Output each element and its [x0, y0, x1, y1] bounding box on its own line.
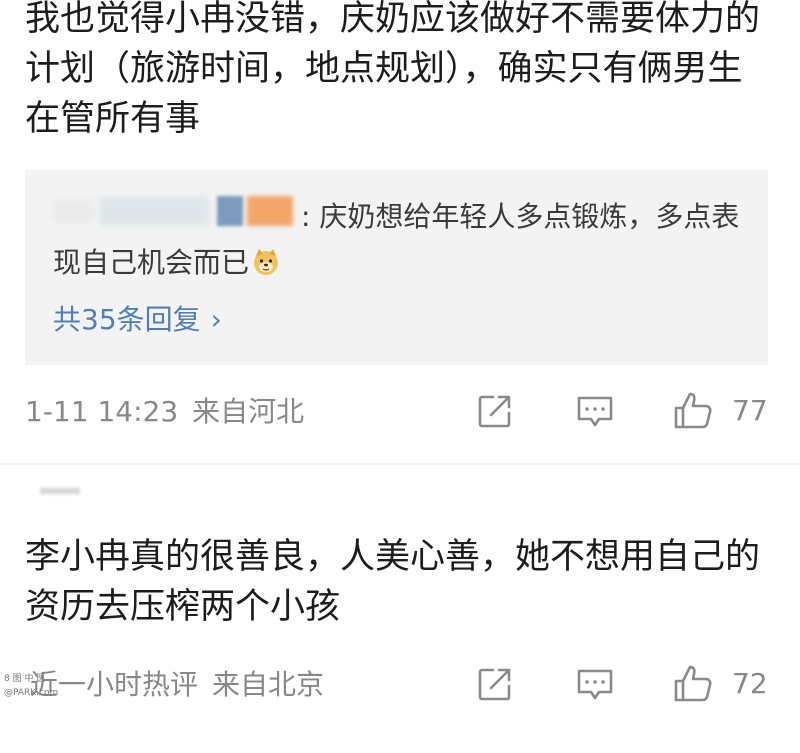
divider	[0, 463, 800, 465]
watermark: 8 图 中 医 @PARK.com	[4, 672, 74, 708]
like-icon[interactable]	[672, 390, 714, 432]
comment-card: 我也觉得小冉没错，庆奶应该做好不需要体力的计划（旅游时间，地点规划），确实只有俩…	[0, 0, 800, 460]
comment-text: 李小冉真的很善良，人美心善，她不想用自己的资历去压榨两个小孩	[25, 537, 761, 627]
like-count: 77	[732, 394, 768, 427]
like-icon[interactable]	[672, 663, 714, 705]
comment-icon[interactable]	[574, 390, 616, 432]
watermark-line-2: @PARK.com	[4, 688, 59, 698]
like-count: 72	[732, 667, 768, 700]
comment-actions: 77	[470, 390, 770, 434]
reply-text: : 庆奶想给年轻人多点锻炼，多点表现自己机会而已	[53, 200, 740, 279]
doge-icon	[254, 249, 279, 275]
comment-card: 李小冉真的很善良，人美心善，她不想用自己的资历去压榨两个小孩 72 近一小时热评…	[0, 470, 800, 753]
comment-location: 来自北京	[212, 668, 325, 701]
chevron-right-icon: ›	[210, 303, 222, 336]
comment-actions: 72	[470, 663, 770, 707]
reply-count-label: 共35条回复	[53, 303, 201, 336]
watermark-line-1: 8 图 中 医	[4, 674, 46, 684]
reply-count-link[interactable]: 共35条回复 ›	[53, 300, 222, 340]
reply-text-block: : 庆奶想给年轻人多点锻炼，多点表现自己机会而已	[53, 194, 743, 286]
comment-time: 1-11 14:23	[25, 395, 179, 428]
comment-location: 来自河北	[192, 395, 305, 428]
share-icon[interactable]	[474, 663, 516, 705]
comment-meta: 近一小时热评 来自北京	[30, 665, 324, 705]
reply-preview[interactable]: : 庆奶想给年轻人多点锻炼，多点表现自己机会而已 共35条回复 ›	[25, 170, 768, 365]
share-icon[interactable]	[474, 390, 516, 432]
comment-text: 我也觉得小冉没错，庆奶应该做好不需要体力的计划（旅游时间，地点规划），确实只有俩…	[25, 0, 761, 139]
comment-icon[interactable]	[574, 663, 616, 705]
author-blurred[interactable]	[40, 488, 80, 494]
comment-meta: 1-11 14:23 来自河北	[25, 392, 304, 432]
